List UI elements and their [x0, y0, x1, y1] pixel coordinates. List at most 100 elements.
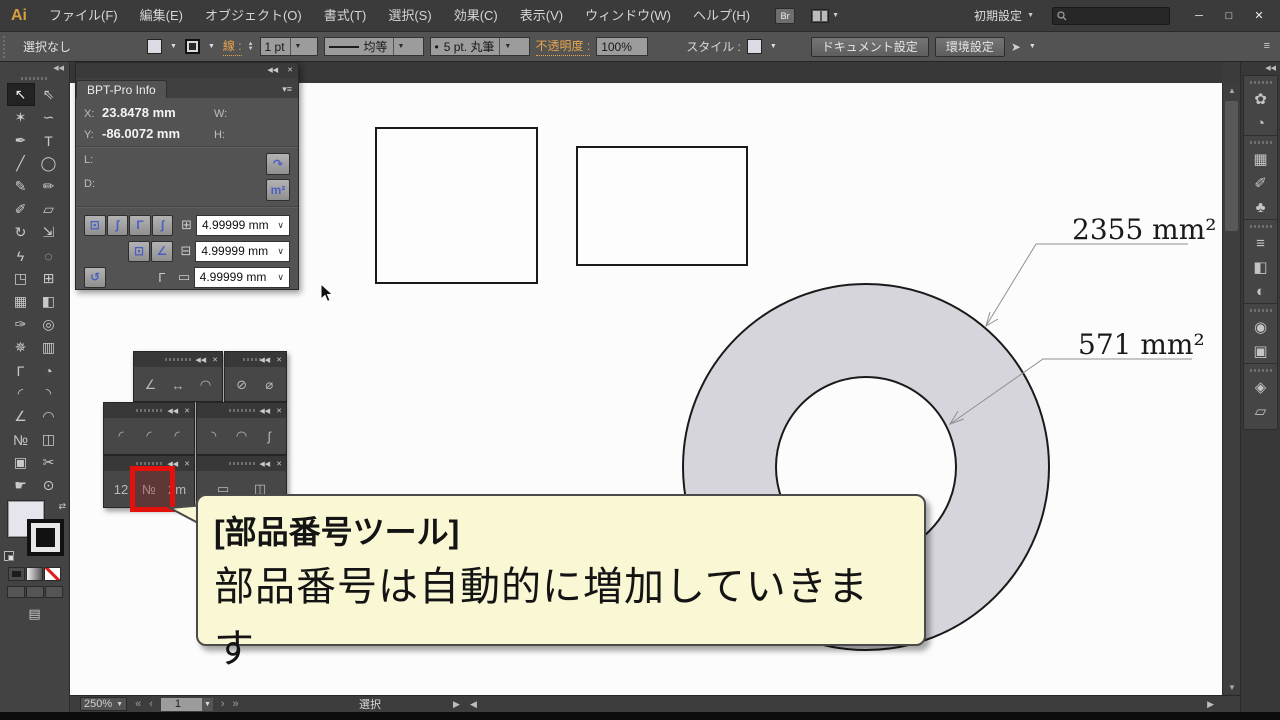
line-tool-icon[interactable]: ╱	[7, 152, 35, 175]
drag-handle[interactable]	[1250, 369, 1272, 372]
scroll-up-icon[interactable]: ▲	[1223, 86, 1241, 95]
stroke-width-stepper[interactable]: ▲▼	[248, 42, 254, 52]
scroll-left-icon[interactable]: ◀	[470, 699, 477, 710]
collapse-control-panel-icon[interactable]: ≡	[1264, 40, 1270, 52]
brushes-panel-icon[interactable]: ✐	[1244, 171, 1277, 195]
drag-handle[interactable]	[1250, 225, 1272, 228]
symbols-panel-icon[interactable]: ♣	[1244, 195, 1277, 219]
bpt-part-number-tool-icon[interactable]: №	[7, 428, 35, 451]
perspective-grid-tool-icon[interactable]: ⊞	[35, 267, 63, 290]
bpt-angle-tool-icon[interactable]: ∠	[7, 405, 35, 428]
chevron-down-icon[interactable]: ▼	[168, 43, 179, 50]
bpt-layout-tool-icon[interactable]: ◫	[35, 428, 63, 451]
gradient-mode-button[interactable]	[26, 567, 43, 581]
hand-tool-icon[interactable]: ☛	[7, 474, 35, 497]
transparency-panel-icon[interactable]: ◐	[1244, 279, 1277, 303]
collapse-icon[interactable]: ◀◀	[167, 408, 178, 415]
close-icon[interactable]: ✕	[287, 67, 293, 74]
drag-handle[interactable]	[229, 462, 255, 465]
stroke-color-box[interactable]	[27, 519, 64, 556]
artboard-tool-icon[interactable]: ▣	[7, 451, 35, 474]
close-icon[interactable]: ✕	[276, 408, 282, 415]
paintbrush-tool-icon[interactable]: ✎	[7, 175, 35, 198]
color-mode-button[interactable]	[8, 567, 25, 581]
shape-builder-tool-icon[interactable]: ◳	[7, 267, 35, 290]
width-tool-icon[interactable]: ϟ	[7, 244, 35, 267]
close-icon[interactable]: ✕	[212, 357, 218, 364]
graphic-styles-panel-icon[interactable]: ▣	[1244, 339, 1277, 363]
bpt-offset-dropdown-1[interactable]: 4.99999 mm ∨	[196, 215, 290, 236]
bpt-transform-button-2[interactable]: ʃ	[107, 215, 129, 236]
bpt-corner-icon-3[interactable]: ◜	[166, 424, 188, 448]
bpt-info-tab[interactable]: BPT-Pro Info	[76, 80, 167, 98]
bpt-rotate-tool-icon[interactable]: ◔	[35, 359, 63, 382]
collapse-icon[interactable]: ◀◀	[267, 67, 278, 74]
appearance-panel-icon[interactable]: ◉	[1244, 315, 1277, 339]
workspace-switcher[interactable]: 初期設定 ▼	[974, 7, 1034, 24]
opacity-panel-link[interactable]: 不透明度 :	[536, 37, 591, 56]
bpt-radius-icon[interactable]: ⌀	[258, 373, 280, 397]
zoom-tool-icon[interactable]: ⊙	[35, 474, 63, 497]
chevron-down-icon[interactable]: ▼	[768, 43, 779, 50]
lasso-tool-icon[interactable]: ∽	[35, 106, 63, 129]
type-tool-icon[interactable]: T	[35, 129, 63, 152]
none-mode-button[interactable]	[44, 567, 61, 581]
swatches-panel-icon[interactable]: ▦	[1244, 147, 1277, 171]
chevron-down-icon[interactable]: ▼	[206, 43, 217, 50]
stroke-width-combo[interactable]: 1 pt ▼	[260, 37, 318, 56]
bpt-curve-tool-icon[interactable]: ◠	[35, 405, 63, 428]
status-display[interactable]: 選択	[310, 696, 430, 712]
bpt-transform-button-6[interactable]: ∠	[151, 241, 173, 262]
scroll-down-icon[interactable]: ▼	[1223, 683, 1241, 692]
menu-item[interactable]: ファイル(F)	[38, 0, 129, 32]
bpt-chamfer-tool-icon[interactable]: ◝	[35, 382, 63, 405]
bridge-button[interactable]: Br	[775, 8, 795, 24]
search-input[interactable]	[1052, 7, 1170, 25]
preferences-button[interactable]: 環境設定	[935, 37, 1005, 57]
drag-handle[interactable]	[165, 358, 191, 361]
zoom-level-combo[interactable]: 250% ▼	[80, 697, 127, 711]
close-button[interactable]: ✕	[1244, 0, 1274, 32]
color-guide-panel-icon[interactable]: ◔	[1244, 111, 1277, 135]
collapse-icon[interactable]: ◀◀	[259, 461, 270, 468]
panel-menu-icon[interactable]: ▾≡	[282, 84, 292, 98]
scrollbar-thumb[interactable]	[1225, 101, 1238, 231]
arrange-documents-button[interactable]: ▼	[811, 9, 839, 23]
square-shape[interactable]	[376, 128, 537, 283]
status-menu-icon[interactable]: ▶	[453, 699, 460, 710]
collapse-icon[interactable]: ◀◀	[195, 357, 206, 364]
layers-panel-icon[interactable]: ◈	[1244, 375, 1277, 399]
menu-item[interactable]: オブジェクト(O)	[194, 0, 313, 32]
bpt-offset-dropdown-3[interactable]: 4.99999 mm ∨	[194, 267, 290, 288]
direct-selection-tool-icon[interactable]: ⇖	[35, 83, 63, 106]
collapse-icon[interactable]: ◀◀	[0, 62, 69, 76]
selection-tool-icon[interactable]: ↖	[7, 83, 35, 106]
bpt-width-dimension-icon[interactable]: ↔	[167, 373, 189, 397]
vertical-scrollbar[interactable]: ▲ ▼	[1222, 83, 1240, 695]
bpt-arc-dimension-icon[interactable]: ◠	[195, 373, 217, 397]
rectangle-shape[interactable]	[577, 147, 747, 265]
blob-brush-tool-icon[interactable]: ✐	[7, 198, 35, 221]
stroke-panel-icon[interactable]: ≡	[1244, 231, 1277, 255]
eraser-tool-icon[interactable]: ▱	[35, 198, 63, 221]
draw-inside-button[interactable]	[45, 586, 63, 598]
collapse-icon[interactable]: ◀◀	[259, 408, 270, 415]
close-icon[interactable]: ✕	[184, 461, 190, 468]
stroke-panel-link[interactable]: 線 :	[223, 37, 242, 56]
rotate-tool-icon[interactable]: ↻	[7, 221, 35, 244]
bpt-curve-icon-3[interactable]: ʃ	[258, 424, 280, 448]
default-colors-icon[interactable]	[4, 551, 14, 561]
menu-item[interactable]: ヘルプ(H)	[682, 0, 761, 32]
gradient-tool-icon[interactable]: ◧	[35, 290, 63, 313]
fill-color-swatch[interactable]	[147, 39, 162, 54]
variable-width-combo[interactable]: 均等 ▼	[324, 37, 424, 56]
bpt-transform-button-4[interactable]: ʃ	[152, 215, 174, 236]
bpt-offset-dropdown-2[interactable]: 4.99999 mm ∨	[195, 241, 290, 262]
bpt-arc-measure-button[interactable]: ↷	[266, 153, 290, 175]
pencil-tool-icon[interactable]: ✏	[35, 175, 63, 198]
stroke-color-swatch[interactable]	[185, 39, 200, 54]
draw-normal-button[interactable]	[7, 586, 25, 598]
document-setup-button[interactable]: ドキュメント設定	[811, 37, 929, 57]
symbol-sprayer-tool-icon[interactable]: ✵	[7, 336, 35, 359]
chevron-down-icon[interactable]: ▼	[1027, 43, 1038, 50]
